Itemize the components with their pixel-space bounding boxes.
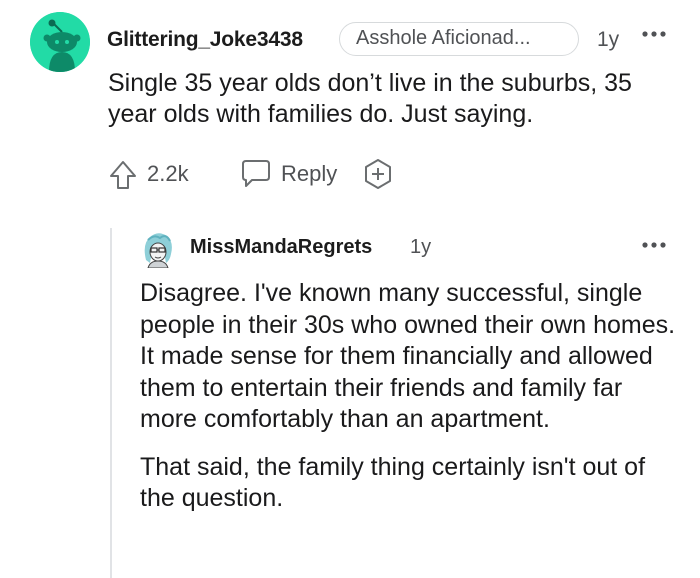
reply-body: Disagree. I've known many successful, si… bbox=[140, 278, 685, 515]
character-avatar-icon bbox=[144, 233, 172, 269]
reply-paragraph: Disagree. I've known many successful, si… bbox=[140, 279, 676, 433]
comment-body: Single 35 year olds don’t live in the su… bbox=[108, 69, 632, 128]
more-options-icon[interactable] bbox=[641, 237, 667, 248]
comment-age: 1y bbox=[597, 28, 620, 51]
upvote-arrow-icon[interactable] bbox=[108, 159, 138, 191]
thread-line[interactable] bbox=[110, 228, 112, 578]
reply-paragraph: That said, the family thing certainly is… bbox=[140, 452, 646, 513]
reply-username[interactable]: MissMandaRegrets bbox=[190, 236, 372, 259]
reply-button[interactable]: Reply bbox=[281, 161, 337, 187]
speech-bubble-icon[interactable] bbox=[240, 158, 272, 188]
avatar[interactable] bbox=[30, 12, 90, 72]
comment-username[interactable]: Glittering_Joke3438 bbox=[107, 28, 303, 52]
snoo-avatar-icon bbox=[30, 12, 90, 72]
vote-score: 2.2k bbox=[147, 161, 189, 186]
user-flair-badge: Asshole Aficionad... bbox=[339, 22, 579, 56]
more-options-icon[interactable] bbox=[641, 26, 667, 37]
reply-age: 1y bbox=[410, 236, 432, 258]
reply-avatar[interactable] bbox=[140, 230, 176, 269]
award-plus-icon[interactable] bbox=[362, 158, 394, 190]
